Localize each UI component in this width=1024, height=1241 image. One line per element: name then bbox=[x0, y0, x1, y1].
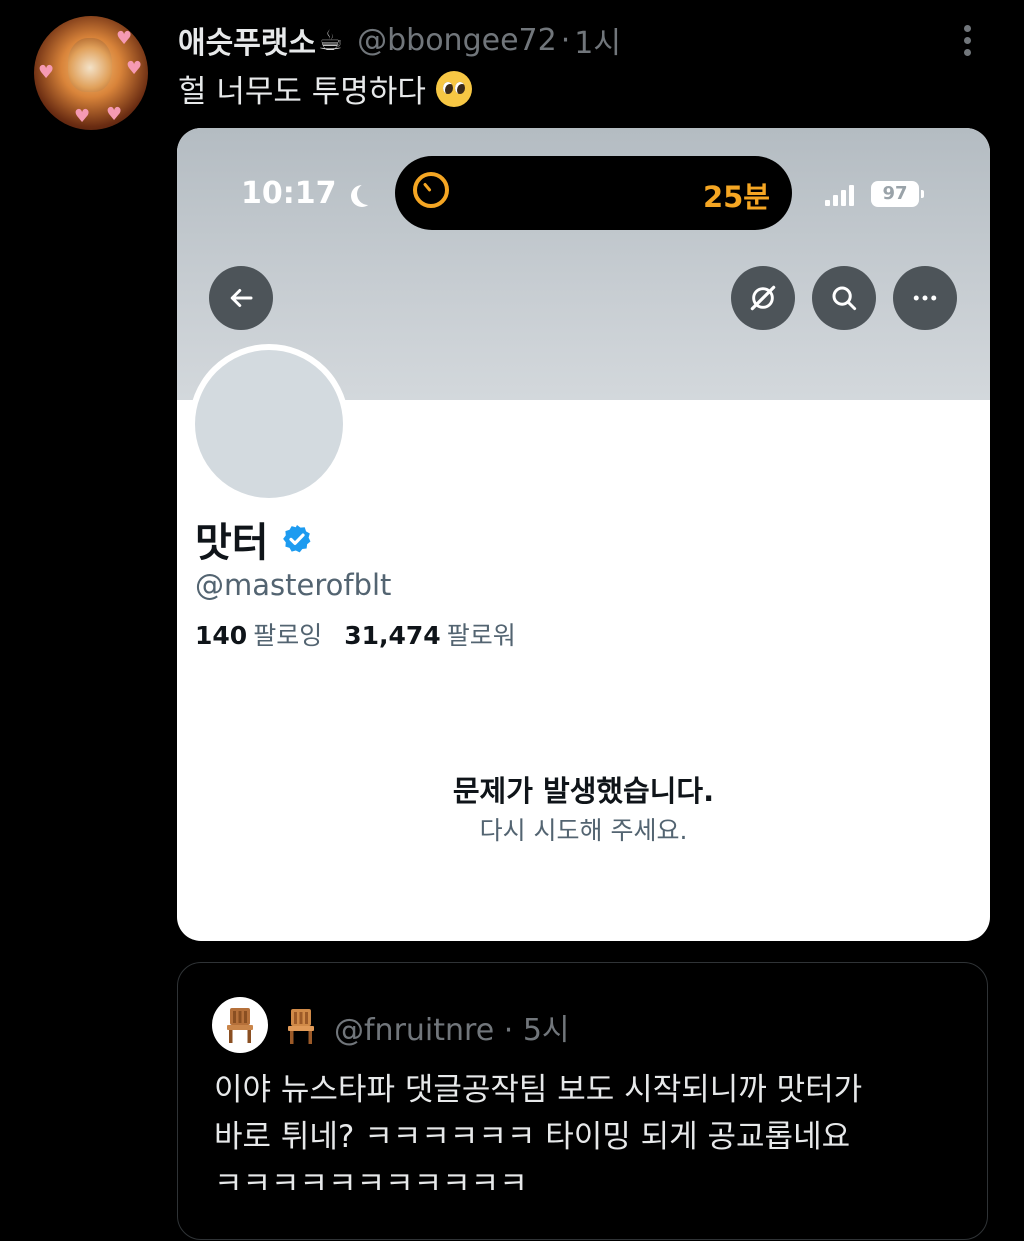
pleading-face-icon bbox=[435, 70, 472, 107]
more-horizontal-icon bbox=[913, 295, 937, 301]
profile-stats: 140 팔로잉 31,474 팔로워 bbox=[195, 616, 538, 652]
tweet-header: 애슷푸랫소 ☕ @bbongee72 · 1시 bbox=[178, 18, 621, 62]
verified-badge-icon bbox=[282, 525, 311, 553]
coffee-cup-icon: ☕ bbox=[318, 23, 344, 57]
profile-handle: @masterofblt bbox=[195, 568, 392, 602]
quote-timestamp[interactable]: 5시 bbox=[523, 1013, 570, 1048]
followers-label: 팔로워 bbox=[446, 621, 516, 650]
grok-button[interactable] bbox=[731, 266, 795, 330]
following-label: 팔로잉 bbox=[253, 621, 323, 650]
quote-text: 이야 뉴스타파 댓글공작팀 보도 시작되니까 맛터가 바로 튀네? ㅋㅋㅋㅋㅋㅋ… bbox=[214, 1072, 863, 1202]
quote-author-avatar[interactable] bbox=[212, 997, 268, 1053]
quoted-tweet[interactable]: @fnruitnre · 5시 이야 뉴스타파 댓글공작팀 보도 시작되니까 맛… bbox=[177, 962, 988, 1240]
profile-name-row: 맛터 bbox=[195, 510, 313, 568]
heart-icon: ♥ bbox=[126, 58, 143, 79]
heart-icon: ♥ bbox=[116, 28, 133, 49]
author-display-name[interactable]: 애슷푸랫소 bbox=[178, 18, 316, 62]
quote-handle[interactable]: @fnruitnre bbox=[334, 1013, 494, 1048]
status-bar-time: 10:17 bbox=[241, 176, 373, 211]
tweet-text: 헐 너무도 투명하다 bbox=[178, 66, 472, 111]
profile-name: 맛터 bbox=[195, 520, 269, 566]
author-handle[interactable]: @bbongee72 bbox=[357, 23, 557, 58]
grok-icon bbox=[750, 285, 776, 311]
back-button[interactable] bbox=[209, 266, 273, 330]
cat-face-image bbox=[68, 38, 112, 92]
error-subtitle: 다시 시도해 주세요. bbox=[479, 816, 688, 845]
heart-icon: ♥ bbox=[106, 104, 123, 125]
chair-icon bbox=[288, 1009, 314, 1044]
more-vertical-icon[interactable] bbox=[952, 20, 982, 60]
battery-level: 97 bbox=[882, 183, 908, 204]
quote-meta: @fnruitnre · 5시 bbox=[334, 1005, 570, 1049]
tweet-timestamp[interactable]: 1시 bbox=[574, 18, 621, 62]
timer-icon bbox=[413, 172, 449, 208]
heart-icon: ♥ bbox=[74, 106, 91, 127]
dynamic-island: 25분 bbox=[395, 156, 792, 230]
separator-dot: · bbox=[560, 22, 571, 58]
followers-count: 31,474 bbox=[344, 621, 441, 650]
chair-icon bbox=[227, 1008, 253, 1043]
battery-icon: 97 bbox=[871, 181, 924, 207]
separator-dot: · bbox=[503, 1013, 514, 1048]
signal-icon bbox=[825, 184, 854, 206]
more-options-button[interactable] bbox=[893, 266, 957, 330]
moon-icon bbox=[357, 183, 379, 205]
author-avatar[interactable]: ♥ ♥ ♥ ♥ ♥ bbox=[34, 16, 148, 130]
tweet-body: 헐 너무도 투명하다 bbox=[178, 74, 426, 110]
search-button[interactable] bbox=[812, 266, 876, 330]
error-title: 문제가 발생했습니다. bbox=[452, 774, 715, 808]
arrow-left-icon bbox=[230, 289, 253, 307]
attached-screenshot[interactable]: 10:17 25분 97 맛터 @masterofblt 140 팔로잉 31,… bbox=[177, 128, 990, 941]
status-time-text: 10:17 bbox=[241, 176, 337, 211]
heart-icon: ♥ bbox=[38, 62, 55, 83]
profile-avatar[interactable] bbox=[189, 344, 349, 504]
timer-text: 25분 bbox=[702, 180, 770, 214]
search-icon bbox=[832, 286, 857, 311]
following-count: 140 bbox=[195, 621, 248, 650]
